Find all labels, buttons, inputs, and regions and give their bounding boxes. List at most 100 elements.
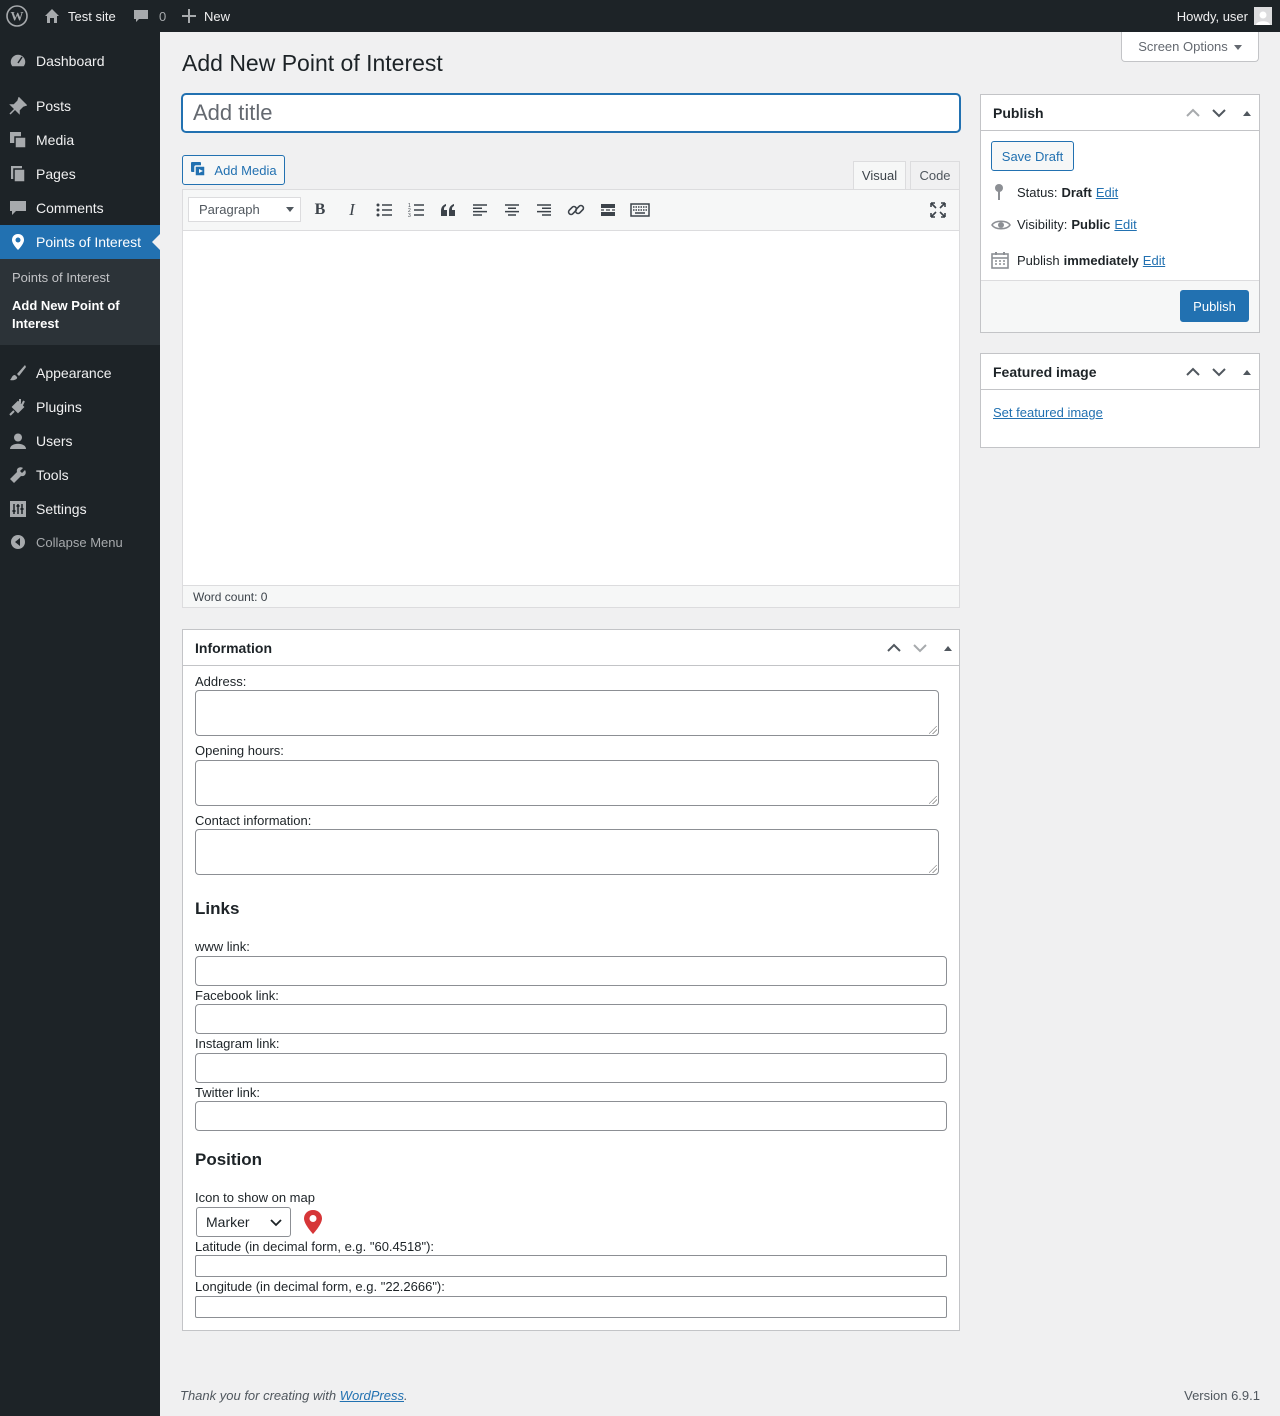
toolbar-toggle-button[interactable] [630,200,650,220]
wordpress-logo-icon[interactable]: W [6,0,28,32]
move-up-button[interactable] [1183,103,1203,123]
align-left-button[interactable] [470,200,490,220]
site-name: Test site [68,8,116,24]
svg-text:W: W [11,9,24,24]
collapse-menu-button[interactable]: Collapse Menu [0,525,160,559]
twitter-link-field[interactable] [195,1101,947,1131]
align-right-button[interactable] [534,200,554,220]
address-field[interactable] [195,690,939,736]
www-link-field[interactable] [195,956,947,986]
longitude-field[interactable] [195,1296,947,1318]
edit-visibility-link[interactable]: Edit [1114,217,1136,232]
align-center-button[interactable] [502,200,522,220]
latitude-field[interactable] [195,1255,947,1277]
edit-status-link[interactable]: Edit [1096,185,1118,200]
title-input[interactable] [182,94,960,132]
chevron-down-icon [270,1219,282,1227]
wrench-icon [0,466,36,484]
facebook-link-label: Facebook link: [195,988,279,1003]
sidebar-item-pages[interactable]: Pages [0,157,160,191]
sidebar-item-points-of-interest[interactable]: Points of Interest [0,225,160,259]
move-down-button[interactable] [1209,362,1229,382]
new-content-link[interactable]: New [182,0,230,32]
tab-code[interactable]: Code [910,161,960,190]
sidebar-submenu: Points of Interest Add New Point of Inte… [0,259,160,345]
editor-content-area[interactable] [183,231,959,585]
editor-toolbar: Paragraph B I 123 [183,190,959,231]
chevron-up-icon [1186,108,1200,117]
publish-button[interactable]: Publish [1180,290,1249,322]
chevron-down-icon [913,644,927,653]
bold-button[interactable]: B [310,200,330,220]
status-row: Status: Draft Edit [991,183,1118,201]
italic-button[interactable]: I [342,200,362,220]
toggle-panel-button[interactable] [1237,103,1257,123]
save-draft-button[interactable]: Save Draft [991,141,1074,171]
publish-date-row: Publish immediately Edit [991,251,1165,269]
admin-bar: W Test site 0 New Howdy, user [0,0,1280,32]
triangle-up-icon [1243,370,1251,375]
sidebar-item-comments[interactable]: Comments [0,191,160,225]
sliders-icon [0,500,36,518]
submenu-item-add-new[interactable]: Add New Point of Interest [12,297,142,333]
sidebar-item-tools[interactable]: Tools [0,458,160,492]
links-heading: Links [195,899,240,918]
sidebar-item-settings[interactable]: Settings [0,492,160,526]
facebook-link-field[interactable] [195,1004,947,1034]
sidebar-item-dashboard[interactable]: Dashboard [0,44,160,78]
numbered-list-button[interactable]: 123 [406,200,426,220]
eye-icon [991,218,1017,232]
link-icon [567,204,585,216]
blockquote-button[interactable] [438,200,458,220]
brush-icon [0,364,36,382]
read-more-button[interactable] [598,200,618,220]
tab-visual[interactable]: Visual [853,161,906,190]
pin-icon [0,97,36,115]
sidebar-item-posts[interactable]: Posts [0,89,160,123]
footer-thanks: Thank you for creating with WordPress. [180,1388,408,1403]
dashboard-icon [0,52,36,70]
add-media-button[interactable]: Add Media [182,155,285,185]
sidebar-item-plugins[interactable]: Plugins [0,390,160,424]
toggle-panel-button[interactable] [938,638,958,658]
comments-link[interactable]: 0 [133,0,166,32]
fullscreen-button[interactable] [928,200,948,220]
move-down-button[interactable] [1209,103,1229,123]
comment-icon [0,199,36,217]
site-name-link[interactable]: Test site [44,0,116,32]
media-icon [190,161,208,179]
map-icon-select[interactable]: Marker [196,1207,291,1237]
contact-information-field[interactable] [195,829,939,875]
toggle-panel-button[interactable] [1237,362,1257,382]
instagram-link-field[interactable] [195,1053,947,1083]
location-icon [0,233,36,251]
longitude-label: Longitude (in decimal form, e.g. "22.266… [195,1279,445,1294]
map-marker-icon [302,1209,324,1238]
wordpress-link[interactable]: WordPress [340,1388,404,1403]
bullet-list-icon [376,203,392,217]
set-featured-image-link[interactable]: Set featured image [993,405,1103,420]
triangle-up-icon [944,646,952,651]
sidebar-item-media[interactable]: Media [0,123,160,157]
move-up-button[interactable] [1183,362,1203,382]
content-editor: Paragraph B I 123 Word count: 0 [182,189,960,608]
quote-icon [441,204,455,216]
sidebar-item-appearance[interactable]: Appearance [0,356,160,390]
my-account-link[interactable]: Howdy, user [1177,0,1272,32]
align-center-icon [505,204,519,216]
submenu-item-all-points[interactable]: Points of Interest [12,269,110,287]
move-up-button[interactable] [884,638,904,658]
sidebar-item-users[interactable]: Users [0,424,160,458]
keyboard-icon [630,203,650,217]
opening-hours-field[interactable] [195,760,939,806]
bullet-list-button[interactable] [374,200,394,220]
pages-icon [0,165,36,183]
insert-link-button[interactable] [566,200,586,220]
format-select[interactable]: Paragraph [188,197,301,222]
triangle-up-icon [1243,111,1251,116]
chevron-up-icon [887,643,901,652]
screen-options-button[interactable]: Screen Options [1121,32,1259,62]
move-down-button[interactable] [910,638,930,658]
edit-date-link[interactable]: Edit [1143,253,1165,268]
new-label: New [204,8,231,24]
